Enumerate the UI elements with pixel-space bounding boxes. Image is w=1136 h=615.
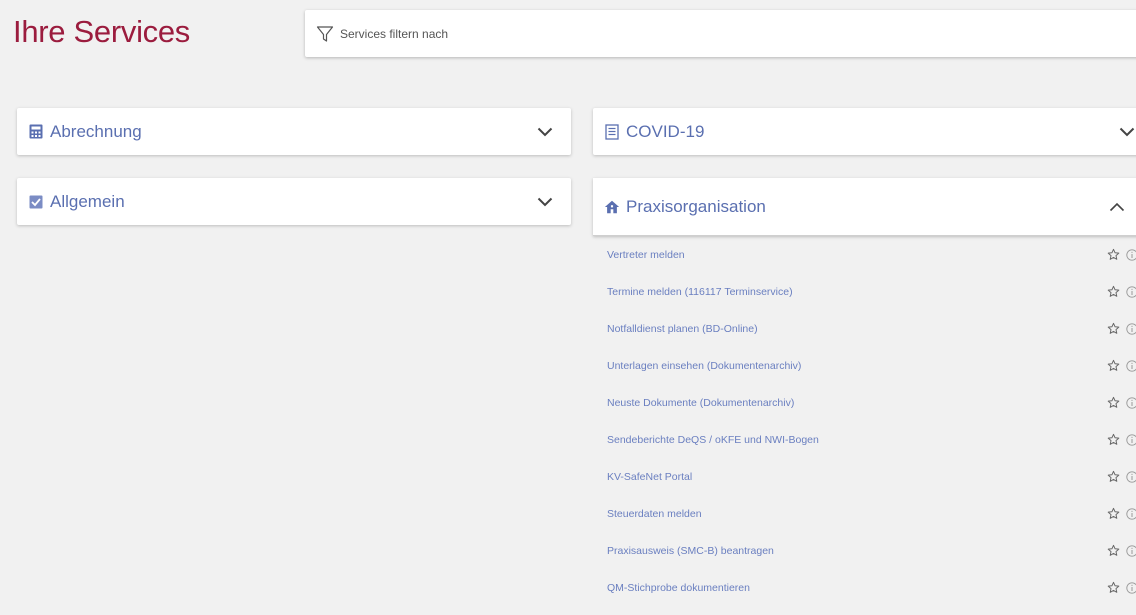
- panel-label-allgemein: Allgemein: [50, 191, 125, 211]
- list-item: Neuste Dokumente (Dokumentenarchiv): [593, 384, 1136, 421]
- star-icon[interactable]: [1106, 544, 1120, 558]
- service-link[interactable]: Praxisausweis (SMC-B) beantragen: [607, 545, 1106, 557]
- list-item: Termine melden (116117 Terminservice): [593, 273, 1136, 310]
- list-item: QM-Stichprobe dokumentieren: [593, 569, 1136, 606]
- service-link[interactable]: Sendeberichte DeQS / oKFE und NWI-Bogen: [607, 434, 1106, 446]
- panel-header-abrechnung[interactable]: Abrechnung: [17, 108, 571, 155]
- chevron-down-icon[interactable]: [535, 122, 555, 142]
- list-item: Sendeberichte DeQS / oKFE und NWI-Bogen: [593, 421, 1136, 458]
- info-icon[interactable]: [1125, 544, 1136, 558]
- star-icon[interactable]: [1106, 359, 1120, 373]
- panel-covid-19: COVID-19: [593, 108, 1136, 155]
- panel-label-covid-19: COVID-19: [626, 121, 705, 141]
- home-icon: [604, 199, 620, 215]
- chevron-down-icon[interactable]: [1117, 122, 1136, 142]
- panel-header-praxisorganisation[interactable]: Praxisorganisation: [593, 178, 1136, 236]
- list-item: Notfalldienst planen (BD-Online): [593, 310, 1136, 347]
- document-list-icon: [604, 123, 620, 140]
- star-icon[interactable]: [1106, 396, 1120, 410]
- star-icon[interactable]: [1106, 322, 1120, 336]
- info-icon[interactable]: [1125, 285, 1136, 299]
- list-item: Vertreter melden: [593, 236, 1136, 273]
- calculator-icon: [28, 124, 44, 140]
- star-icon[interactable]: [1106, 507, 1120, 521]
- panel-allgemein: Allgemein: [17, 178, 571, 225]
- service-link[interactable]: Vertreter melden: [607, 249, 1106, 261]
- service-link[interactable]: QM-Stichprobe dokumentieren: [607, 582, 1106, 594]
- star-icon[interactable]: [1106, 285, 1120, 299]
- filter-input[interactable]: [338, 25, 1122, 42]
- service-link[interactable]: Unterlagen einsehen (Dokumentenarchiv): [607, 360, 1106, 372]
- service-list: Vertreter melden Termine melden (116117 T…: [593, 236, 1136, 606]
- service-link[interactable]: Notfalldienst planen (BD-Online): [607, 323, 1106, 335]
- list-item: Unterlagen einsehen (Dokumentenarchiv): [593, 347, 1136, 384]
- info-icon[interactable]: [1125, 322, 1136, 336]
- panel-header-allgemein[interactable]: Allgemein: [17, 178, 571, 225]
- list-item: Steuerdaten melden: [593, 495, 1136, 532]
- service-link[interactable]: Termine melden (116117 Terminservice): [607, 286, 1106, 298]
- info-icon[interactable]: [1125, 396, 1136, 410]
- panel-label-praxisorganisation: Praxisorganisation: [626, 196, 766, 216]
- filter-bar[interactable]: [305, 10, 1136, 57]
- info-icon[interactable]: [1125, 359, 1136, 373]
- page-title: Ihre Services: [13, 14, 190, 49]
- info-icon[interactable]: [1125, 470, 1136, 484]
- chevron-up-icon[interactable]: [1107, 197, 1127, 217]
- list-item: Praxisausweis (SMC-B) beantragen: [593, 532, 1136, 569]
- info-icon[interactable]: [1125, 433, 1136, 447]
- info-icon[interactable]: [1125, 248, 1136, 262]
- service-link[interactable]: KV-SafeNet Portal: [607, 471, 1106, 483]
- panel-praxisorganisation: Praxisorganisation Vertreter melden Termi…: [593, 178, 1136, 615]
- panel-abrechnung: Abrechnung: [17, 108, 571, 155]
- chevron-down-icon[interactable]: [535, 192, 555, 212]
- star-icon[interactable]: [1106, 581, 1120, 595]
- star-icon[interactable]: [1106, 470, 1120, 484]
- info-icon[interactable]: [1125, 581, 1136, 595]
- filter-icon: [315, 24, 335, 44]
- list-item: KV-SafeNet Portal: [593, 458, 1136, 495]
- panel-label-abrechnung: Abrechnung: [50, 121, 142, 141]
- services-page: Ihre Services Abr: [0, 0, 1136, 615]
- service-link[interactable]: Neuste Dokumente (Dokumentenarchiv): [607, 397, 1106, 409]
- checkbox-icon: [28, 194, 44, 210]
- service-link[interactable]: Steuerdaten melden: [607, 508, 1106, 520]
- info-icon[interactable]: [1125, 507, 1136, 521]
- panel-header-covid-19[interactable]: COVID-19: [593, 108, 1136, 155]
- star-icon[interactable]: [1106, 433, 1120, 447]
- star-icon[interactable]: [1106, 248, 1120, 262]
